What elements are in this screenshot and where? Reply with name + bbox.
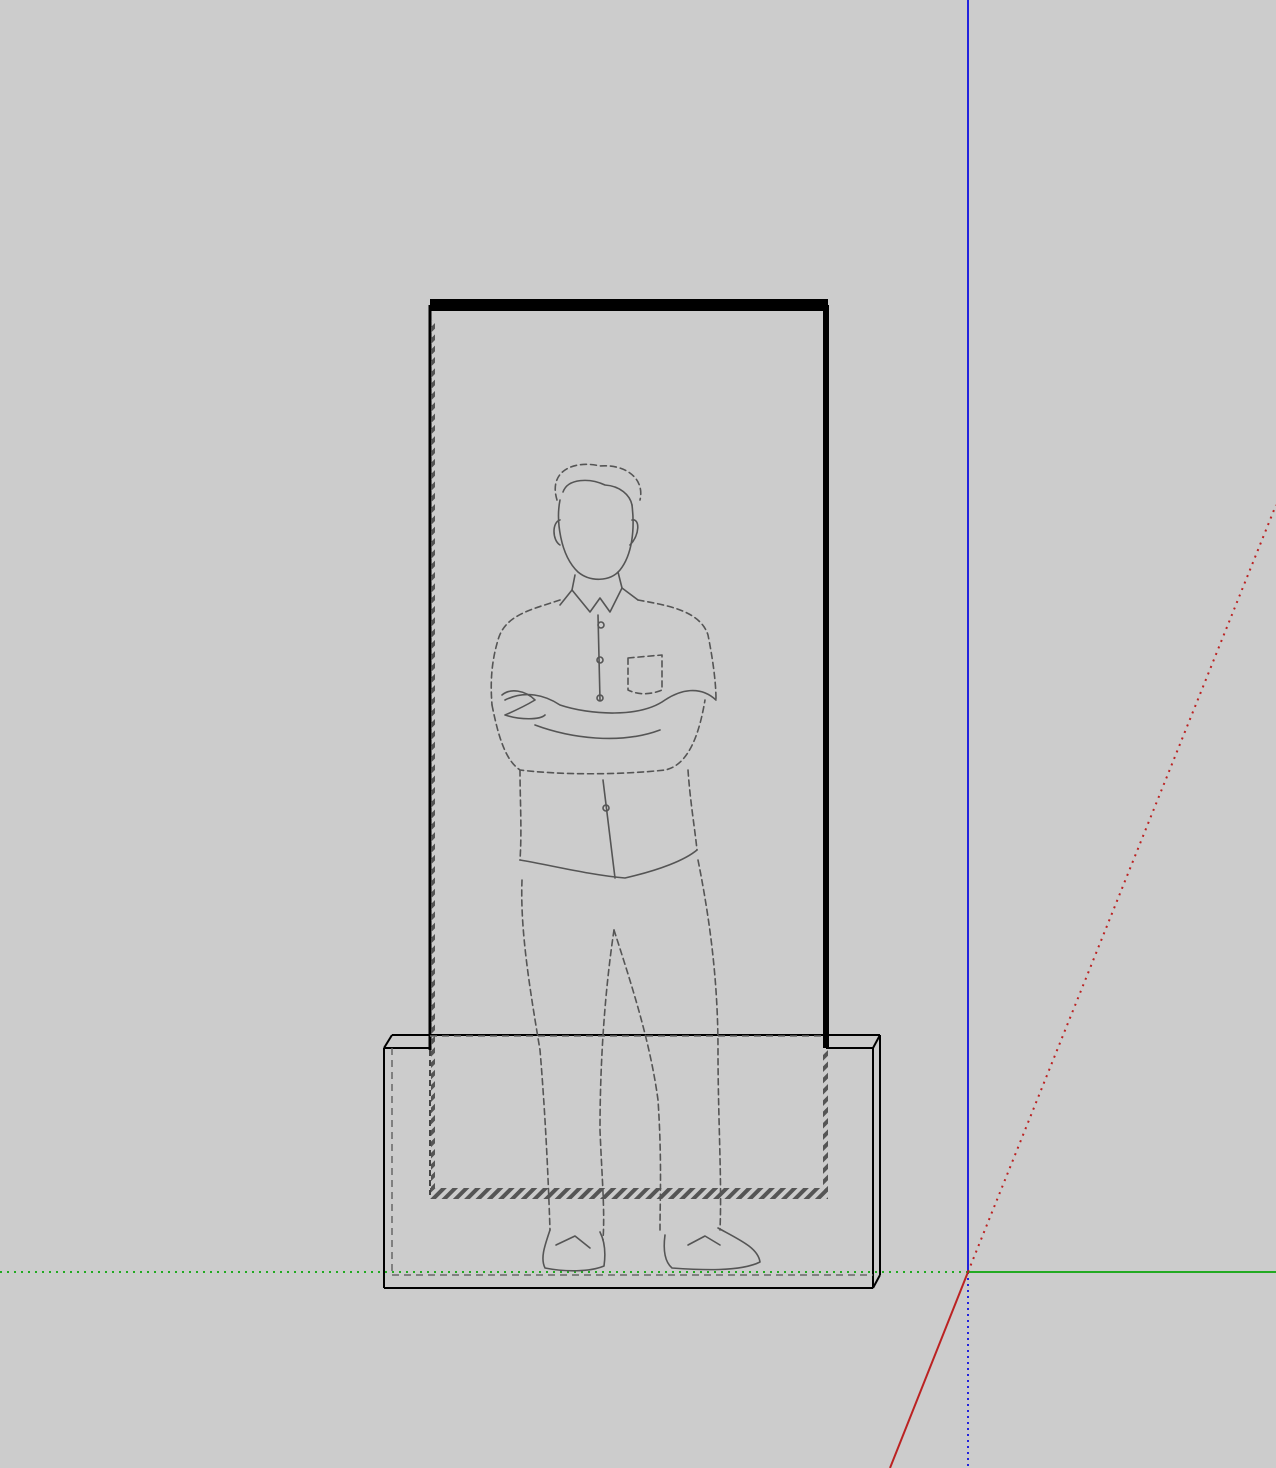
red-axis-solid <box>889 1271 969 1468</box>
figure-shoe-left-lace <box>555 1235 591 1249</box>
base-corner-left <box>383 1034 393 1049</box>
panel-hidden-bottom <box>430 1188 828 1199</box>
human-scale-figure[interactable] <box>490 463 761 1272</box>
figure-forearm <box>534 724 661 740</box>
base-bottom-corner <box>872 1274 881 1289</box>
panel-left-thickness <box>431 320 435 1190</box>
figure-arm-cross <box>504 689 717 714</box>
figure-shoulder-left <box>490 599 561 706</box>
drawing-axes <box>0 0 1276 1468</box>
modeling-viewport[interactable] <box>0 0 1276 1468</box>
figure-button-2 <box>596 656 604 664</box>
figure-pants-left-outer <box>520 879 551 1231</box>
scene-canvas[interactable] <box>0 0 1276 1468</box>
figure-pocket <box>627 654 663 695</box>
figure-placket <box>597 614 616 879</box>
figure-arm-upper-left <box>491 699 706 775</box>
base-corner-right <box>872 1034 881 1049</box>
red-axis-dotted <box>967 504 1276 1273</box>
figure-face <box>557 499 634 581</box>
figure-pants-right-outer <box>697 859 722 1231</box>
figure-shoulder-right <box>637 599 717 701</box>
figure-collar <box>571 587 623 613</box>
upright-panel[interactable] <box>428 299 829 1199</box>
base-block[interactable] <box>383 1034 881 1289</box>
panel-top-face <box>430 299 828 311</box>
figure-pants-inner-right <box>613 929 662 1231</box>
figure-shoe-right-lace <box>687 1235 721 1246</box>
figure-shirt-left <box>519 769 522 861</box>
figure-shirt-right <box>687 769 698 851</box>
figure-hair-inner <box>562 479 633 506</box>
figure-shirt-hem <box>519 849 698 879</box>
figure-shoe-right <box>663 1227 761 1271</box>
panel-hidden-right <box>823 1050 828 1190</box>
